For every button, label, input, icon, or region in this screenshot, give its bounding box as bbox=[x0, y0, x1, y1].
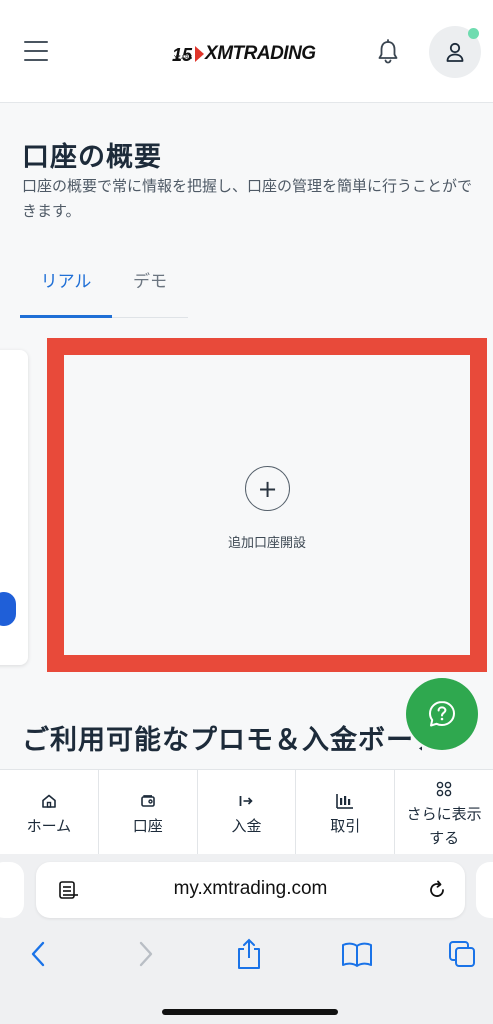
browser-toolbar bbox=[0, 936, 493, 972]
chart-icon bbox=[335, 791, 355, 811]
logo-years: YEARS bbox=[174, 55, 193, 61]
plus-icon[interactable]: + bbox=[245, 466, 290, 511]
user-icon bbox=[446, 42, 464, 62]
nav-home[interactable]: ホーム bbox=[0, 770, 99, 854]
nav-account-label: 口座 bbox=[132, 816, 163, 835]
reload-icon[interactable] bbox=[426, 879, 448, 905]
account-card-partial[interactable] bbox=[0, 350, 28, 665]
nav-trade-label: 取引 bbox=[330, 816, 361, 835]
nav-more[interactable]: さらに表示する bbox=[395, 770, 493, 854]
home-indicator bbox=[162, 1009, 338, 1015]
bell-icon[interactable] bbox=[374, 38, 402, 66]
user-avatar[interactable] bbox=[429, 26, 481, 78]
address-bar[interactable]: my.xmtrading.com bbox=[36, 862, 465, 918]
nav-more-label: さらに表示する bbox=[406, 804, 482, 847]
tab-demo[interactable]: デモ bbox=[104, 262, 196, 318]
help-chat-icon bbox=[429, 701, 455, 727]
home-icon bbox=[40, 791, 58, 811]
online-status-dot bbox=[468, 28, 479, 39]
xm-logo[interactable]: 15 YEARS XMTRADING bbox=[172, 38, 316, 65]
nav-trade[interactable]: 取引 bbox=[296, 770, 396, 854]
page-description: 口座の概要で常に情報を把握し、口座の管理を簡単に行うことができます。 bbox=[22, 177, 473, 220]
promo-heading: ご利用可能なプロモ＆入金ボーナス bbox=[22, 725, 422, 756]
account-action-button[interactable] bbox=[0, 592, 16, 626]
back-icon[interactable] bbox=[26, 936, 50, 972]
grid-icon bbox=[436, 779, 452, 799]
bottom-navigation: ホーム 口座 入金 取引 さらに表示する bbox=[0, 769, 493, 854]
top-header: 15 YEARS XMTRADING bbox=[0, 0, 493, 103]
page-title: 口座の概要 bbox=[22, 142, 162, 173]
logo-chevron bbox=[195, 46, 205, 62]
nav-home-label: ホーム bbox=[26, 816, 72, 835]
logo-brand: XMTRADING bbox=[205, 43, 316, 64]
bookmarks-icon[interactable] bbox=[340, 936, 374, 972]
next-tab-preview[interactable] bbox=[476, 862, 493, 918]
help-chat-button[interactable] bbox=[406, 678, 478, 750]
browser-chrome: my.xmtrading.com bbox=[0, 854, 493, 1024]
url-text: my.xmtrading.com bbox=[173, 878, 328, 899]
wallet-icon bbox=[139, 791, 157, 811]
share-icon[interactable] bbox=[234, 936, 264, 972]
tabs-icon[interactable] bbox=[446, 936, 478, 972]
deposit-icon bbox=[237, 791, 255, 811]
nav-deposit-label: 入金 bbox=[231, 816, 262, 835]
account-type-tabs: リアル デモ bbox=[20, 262, 188, 318]
add-account-label: 追加口座開設 bbox=[227, 536, 306, 551]
add-account-card[interactable]: + 追加口座開設 bbox=[64, 355, 470, 655]
previous-tab-preview[interactable] bbox=[0, 862, 24, 918]
hamburger-icon[interactable] bbox=[24, 41, 48, 61]
tab-real[interactable]: リアル bbox=[20, 262, 112, 318]
forward-icon[interactable] bbox=[134, 936, 158, 972]
nav-account[interactable]: 口座 bbox=[99, 770, 198, 854]
nav-deposit[interactable]: 入金 bbox=[198, 770, 297, 854]
